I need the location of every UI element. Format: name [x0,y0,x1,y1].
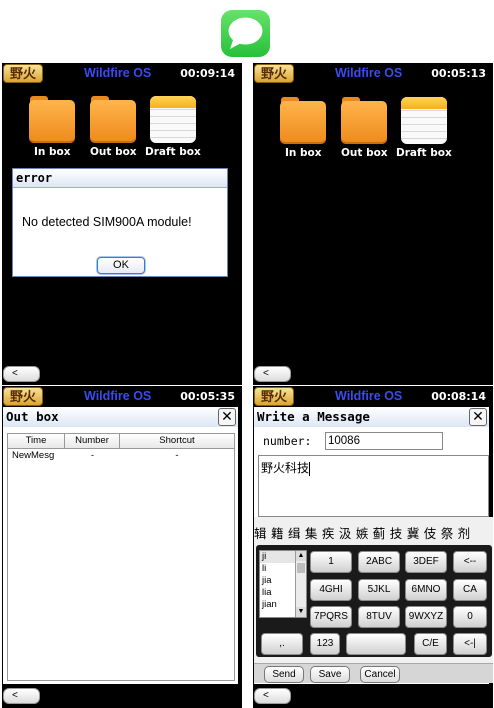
save-button[interactable]: Save [310,666,350,683]
number-input[interactable]: 10086 [325,432,443,450]
candidate-bar[interactable]: 辑 籍 缉 集 疾 汲 嫉 蓟 技 冀 伎 祭 剂 [254,523,493,541]
ok-button[interactable]: OK [97,257,145,274]
wildfire-logo: 野火 [3,387,43,406]
screen-compose: 野火 Wildfire OS 00:08:14 Write a Message … [253,386,493,708]
cancel-button[interactable]: Cancel [360,666,400,683]
close-button[interactable]: ✕ [469,408,487,426]
clock: 00:09:14 [180,67,235,80]
outbox-window: Out box ✕ Time Number Shortcut NewMesg -… [3,407,238,684]
inbox-label: In box [285,147,322,159]
window-title: Out box [6,409,59,424]
action-bar: Send Save Cancel [254,663,493,683]
draftbox-label: Draft box [145,146,201,158]
key-space[interactable] [346,633,406,655]
clock: 00:05:13 [431,67,486,80]
draftbox-label: Draft box [396,147,452,159]
inbox-label: In box [34,146,71,158]
os-title: Wildfire OS [335,66,403,80]
key-punctuation[interactable]: ,. [261,633,303,655]
pinyin-scrollbar[interactable]: ▲ ▼ [295,551,306,617]
table-header: Time Number Shortcut [8,434,234,449]
error-message: No detected SIM900A module! [22,215,192,229]
table-cell-number: - [90,450,95,461]
wildfire-logo: 野火 [254,64,294,83]
close-button[interactable]: ✕ [218,408,236,426]
scroll-up-icon[interactable]: ▲ [296,551,306,561]
wildfire-logo: 野火 [254,387,294,406]
wildfire-logo: 野火 [3,64,43,83]
draft-notepad-icon[interactable] [401,97,447,144]
key-7[interactable]: 7PQRS [310,606,352,628]
back-button[interactable]: < [3,688,40,704]
os-title: Wildfire OS [335,389,403,403]
number-label: number: [263,434,312,448]
column-header-shortcut[interactable]: Shortcut [120,434,234,448]
key-1[interactable]: 1 [310,551,352,573]
message-textarea[interactable]: 野火科技 [258,455,489,517]
key-4[interactable]: 4GHI [310,579,352,601]
compose-window: Write a Message ✕ number: 10086 野火科技 辑 籍… [254,407,493,684]
table-cell-shortcut: - [175,450,179,461]
message-table: Time Number Shortcut NewMesg - - [7,433,235,681]
key-enter[interactable]: <-| [453,633,487,655]
message-text: 野火科技 [261,461,310,475]
key-123[interactable]: 123 [310,633,340,655]
window-header: Out box ✕ [3,407,238,427]
outbox-label: Out box [341,147,388,159]
window-title: Write a Message [257,409,370,424]
keypad: ji li jia lia jian ▲ ▼ 1 2ABC 3DEF <-- 4… [256,545,492,657]
key-ce[interactable]: C/E [414,633,447,655]
key-9[interactable]: 9WXYZ [405,606,447,628]
inbox-folder-icon[interactable] [280,97,326,144]
key-0[interactable]: 0 [453,606,487,628]
key-ca[interactable]: CA [453,579,487,601]
table-row[interactable]: NewMesg - - [8,449,234,463]
clock: 00:05:35 [180,390,235,403]
key-2[interactable]: 2ABC [358,551,400,573]
screen-outbox: 野火 Wildfire OS 00:05:35 Out box ✕ Time N… [2,386,242,708]
error-title: error [13,169,227,188]
scroll-thumb[interactable] [297,563,305,573]
column-header-time[interactable]: Time [8,434,65,448]
error-dialog: error No detected SIM900A module! OK [12,168,228,277]
scroll-down-icon[interactable]: ▼ [296,607,306,617]
key-6[interactable]: 6MNO [405,579,447,601]
back-button[interactable]: < [254,366,291,382]
screen-home-error: 野火 Wildfire OS 00:09:14 In box Out box D… [2,63,242,385]
outbox-folder-icon[interactable] [341,97,387,144]
back-button[interactable]: < [254,688,291,704]
messages-app-icon [221,10,270,57]
column-header-number[interactable]: Number [65,434,120,448]
draft-notepad-icon[interactable] [150,96,196,143]
inbox-folder-icon[interactable] [29,96,75,143]
screen-home: 野火 Wildfire OS 00:05:13 In box Out box D… [253,63,493,385]
key-8[interactable]: 8TUV [358,606,400,628]
key-backspace[interactable]: <-- [453,551,487,573]
input-method-panel: 辑 籍 缉 集 疾 汲 嫉 蓟 技 冀 伎 祭 剂 ji li jia lia … [254,517,493,683]
os-title: Wildfire OS [84,389,152,403]
send-button[interactable]: Send [264,666,304,683]
os-title: Wildfire OS [84,66,152,80]
text-caret [309,461,311,476]
key-5[interactable]: 5JKL [358,579,400,601]
outbox-folder-icon[interactable] [90,96,136,143]
window-header: Write a Message ✕ [254,407,489,427]
pinyin-list[interactable]: ji li jia lia jian ▲ ▼ [259,550,307,618]
key-3[interactable]: 3DEF [405,551,447,573]
clock: 00:08:14 [431,390,486,403]
back-button[interactable]: < [3,366,40,382]
table-cell-time: NewMesg [12,450,55,461]
outbox-label: Out box [90,146,137,158]
